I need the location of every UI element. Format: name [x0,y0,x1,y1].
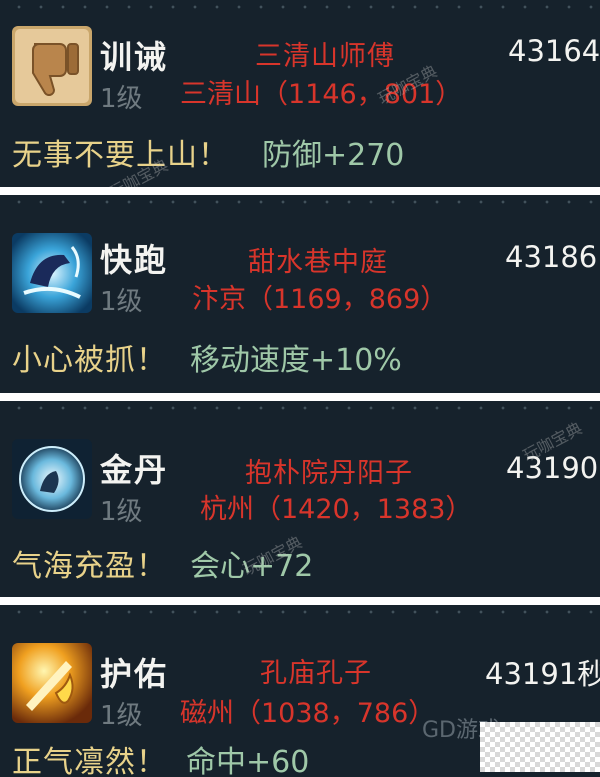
bonus-text: 命中+60 [186,745,310,777]
card-kuaipao: 快跑 1级 甜水巷中庭 汴京（1169，869） 43186 小心被抓！ 移动速… [0,195,600,393]
blurred-region [480,722,600,772]
skill-name: 护佑 [100,655,169,693]
skill-level: 1级 [100,287,143,317]
motto-text: 气海充盈！ [12,549,167,584]
motto-text: 小心被抓！ [12,343,167,378]
card-jindan: 金丹 1级 抱朴院丹阳子 杭州（1420，1383） 43190 气海充盈！ 会… [0,401,600,597]
npc-name: 三清山师傅 [255,41,395,72]
skill-name: 快跑 [100,241,169,279]
motto-text: 无事不要上山！ [12,138,229,173]
skill-level: 1级 [100,701,143,731]
bonus-text: 会心+72 [190,549,314,584]
skill-level: 1级 [100,497,143,527]
npc-name: 孔庙孔子 [260,658,372,689]
time-value: 43190 [506,451,599,485]
npc-location: 三清山（1146，801） [180,79,463,110]
npc-name: 甜水巷中庭 [248,247,388,278]
elixir-orb-icon [12,439,92,519]
skill-level: 1级 [100,84,143,114]
bonus-text: 防御+270 [262,138,405,173]
running-boot-icon [12,233,92,313]
shield-flame-icon [12,643,92,723]
skill-name: 训诫 [100,38,169,76]
time-value: 43191秒 [485,657,600,691]
time-value: 43186 [505,240,598,274]
skill-name: 金丹 [100,451,169,489]
npc-location: 杭州（1420，1383） [200,494,473,525]
thumbs-down-icon [12,26,92,106]
npc-name: 抱朴院丹阳子 [245,458,413,489]
time-value: 43164 [508,34,600,68]
card-xunjie: 训诫 1级 三清山师傅 三清山（1146，801） 43164 无事不要上山！ … [0,0,600,187]
motto-text: 正气凛然！ [12,745,167,777]
npc-location: 汴京（1169，869） [192,284,448,315]
bonus-text: 移动速度+10% [190,343,402,378]
npc-location: 磁州（1038，786） [180,698,436,729]
